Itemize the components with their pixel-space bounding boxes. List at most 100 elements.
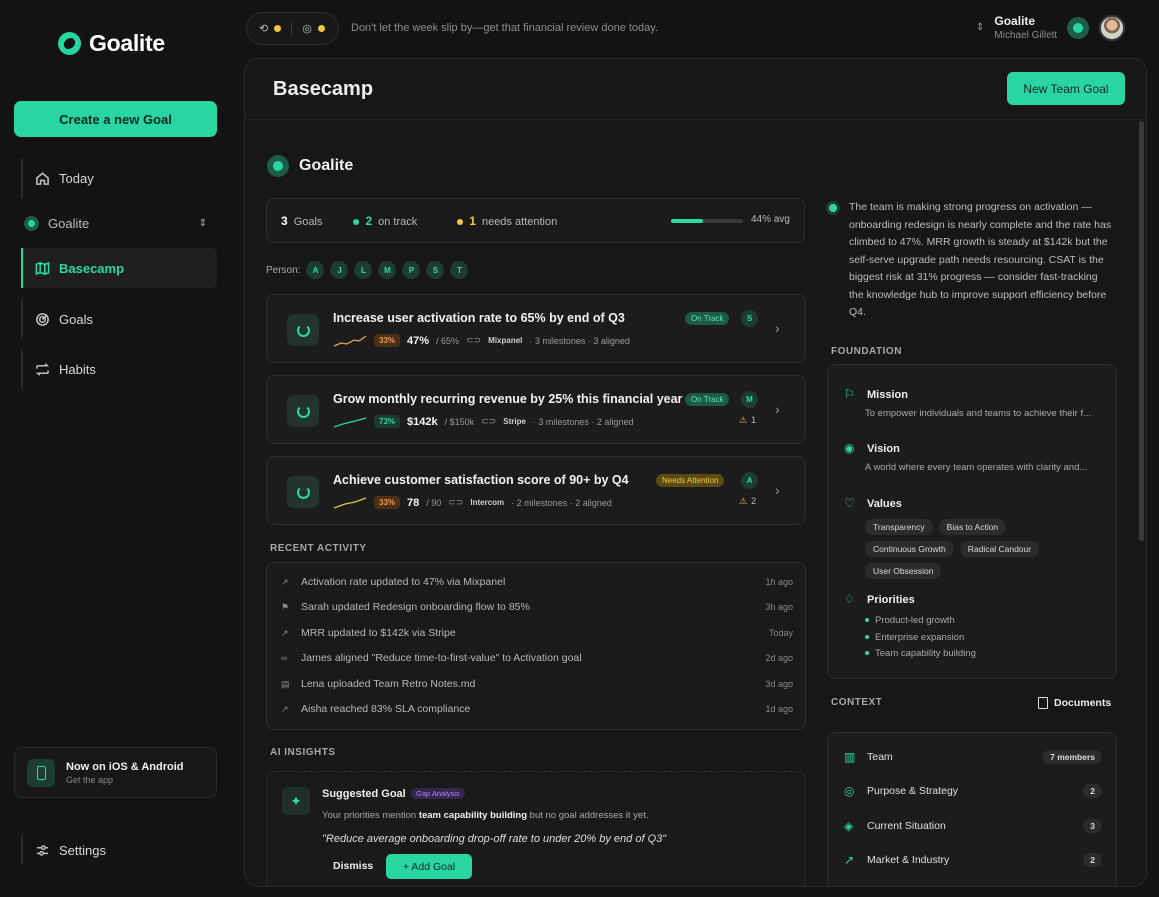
- quick-status-pill[interactable]: ⟲ ◎: [246, 12, 339, 45]
- context-card: ▥ Team 7 members ◎ Purpose & Strategy 2 ◈ Cur…: [827, 732, 1117, 886]
- activity-time: 1h ago: [765, 577, 793, 587]
- repeat-icon: ⟲: [259, 23, 269, 35]
- documents-label: Documents: [1054, 697, 1112, 709]
- value-tag: Continuous Growth: [865, 541, 954, 557]
- value-tag: User Obsession: [865, 563, 942, 579]
- app-download-card[interactable]: Now on iOS & Android Get the app: [14, 747, 217, 798]
- user-name: Michael Gillett: [994, 30, 1058, 41]
- context-label: Market & Industry: [867, 854, 950, 866]
- pill-divider: [291, 21, 293, 36]
- layers-icon: ◈: [844, 819, 854, 833]
- goal-meta: 33% 47% / 65% ⊂⊃ Mixpanel · 3 milestones…: [333, 334, 630, 347]
- goal-stats-bar: 3 Goals 2 on track 1 needs attention 44% av…: [266, 198, 805, 243]
- goal-milestones: · 3 milestones · 2 aligned: [532, 416, 634, 427]
- sparkline: [333, 496, 367, 509]
- context-item-market[interactable]: ↗ Market & Industry 2: [844, 853, 1102, 867]
- file-icon: ▤: [281, 678, 290, 689]
- context-label: Current Situation: [867, 820, 946, 832]
- status-badge: On Track: [685, 312, 730, 325]
- target-icon: [36, 312, 49, 326]
- sidebar-item-habits[interactable]: Habits: [21, 349, 217, 389]
- sidebar-item-label: Today: [59, 170, 94, 186]
- org-logo-icon: [1067, 16, 1090, 39]
- priority-item: Product-led growth: [865, 615, 955, 626]
- sidebar-item-label: Habits: [59, 361, 96, 377]
- goal-card[interactable]: Grow monthly recurring revenue by 25% th…: [266, 375, 806, 444]
- link-icon: ∞: [281, 653, 288, 663]
- person-chip[interactable]: M: [378, 261, 397, 279]
- list-item[interactable]: ↗ MRR updated to $142k via Stripe Today: [281, 627, 793, 639]
- dismiss-button[interactable]: Dismiss: [333, 860, 373, 872]
- context-item-situation[interactable]: ◈ Current Situation 3: [844, 819, 1102, 833]
- status-badge: On Track: [685, 393, 730, 406]
- goal-card[interactable]: Achieve customer satisfaction score of 9…: [266, 456, 806, 525]
- workspace-heading-text: Goalite: [299, 157, 354, 174]
- goal-card[interactable]: Increase user activation rate to 65% by …: [266, 294, 806, 363]
- list-item[interactable]: ∞ James aligned "Reduce time-to-first-val…: [281, 652, 793, 664]
- avatar[interactable]: [1099, 14, 1126, 41]
- activity-text: Activation rate updated to 47% via Mixpa…: [301, 576, 506, 588]
- list-item[interactable]: ↗ Aisha reached 83% SLA compliance 1d ago: [281, 703, 793, 715]
- home-icon: [36, 171, 49, 185]
- sidebar-item-today[interactable]: Today: [21, 158, 217, 198]
- person-chip[interactable]: T: [450, 261, 469, 279]
- person-chip[interactable]: S: [426, 261, 445, 279]
- ai-insight-card: ✦ Suggested Goal Gap Analysis Your prior…: [266, 771, 806, 886]
- goals-status-dot: [317, 25, 325, 32]
- flag-icon: ⚑: [281, 601, 290, 612]
- person-chip[interactable]: L: [354, 261, 373, 279]
- context-item-purpose[interactable]: ◎ Purpose & Strategy 2: [844, 784, 1102, 798]
- insight-tag: Gap Analysis: [411, 788, 465, 799]
- person-chip[interactable]: J: [330, 261, 349, 279]
- person-chip[interactable]: P: [402, 261, 421, 279]
- new-team-goal-button[interactable]: New Team Goal: [1007, 72, 1125, 105]
- vision-row[interactable]: ◉ Vision: [844, 442, 900, 455]
- nudge-message: Don't let the week slip by—get that fina…: [351, 22, 659, 34]
- activity-time: 1d ago: [765, 704, 793, 714]
- sidebar-item-goals[interactable]: Goals: [21, 299, 217, 339]
- phone-icon: [27, 758, 55, 787]
- chevron-right-icon: ›: [775, 401, 780, 417]
- scrollbar[interactable]: [1139, 121, 1144, 541]
- context-item-team[interactable]: ▥ Team 7 members: [844, 750, 1102, 764]
- value-tag: Radical Candour: [959, 541, 1040, 557]
- workspace-logo-icon: [24, 215, 39, 231]
- flag-icon: ⚐: [844, 387, 855, 401]
- value-tag: Transparency: [865, 519, 933, 535]
- goal-target-icon: [287, 476, 319, 508]
- sidebar-item-settings[interactable]: Settings: [21, 835, 217, 865]
- ai-summary: The team is making strong progress on ac…: [829, 199, 1115, 322]
- goal-meta: 73% $142k / $150k ⊂⊃ Stripe · 3 mileston…: [333, 415, 633, 428]
- list-item[interactable]: ▤ Lena uploaded Team Retro Notes.md 3d ago: [281, 678, 793, 690]
- mission-row[interactable]: ⚐ Mission: [844, 388, 908, 401]
- target-value: / 65%: [436, 335, 460, 346]
- workspace-switcher[interactable]: Goalite ⇕: [21, 208, 217, 238]
- user-menu[interactable]: ⇕ Goalite Michael Gillett: [976, 14, 1126, 41]
- list-item[interactable]: ⚑ Sarah updated Redesign onboarding flow …: [281, 601, 793, 613]
- activity-text: Sarah updated Redesign onboarding flow t…: [301, 601, 530, 613]
- current-value: 78: [407, 496, 420, 509]
- page-title: Basecamp: [273, 78, 374, 100]
- map-icon: [35, 261, 50, 275]
- building-icon: ▥: [844, 750, 856, 764]
- progress-badge: 33%: [374, 496, 401, 509]
- brand-logo[interactable]: Goalite: [58, 30, 165, 57]
- insight-body: Your priorities mention team capability …: [322, 810, 649, 821]
- data-source: Stripe: [503, 417, 526, 426]
- context-count: 2: [1083, 853, 1102, 867]
- person-chip[interactable]: A: [306, 261, 325, 279]
- link-icon: ⊂⊃: [466, 335, 482, 345]
- stat-on-track: 2 on track: [353, 214, 417, 228]
- add-goal-button[interactable]: + Add Goal: [386, 854, 472, 879]
- priority-item: Enterprise expansion: [865, 632, 964, 643]
- sparkle-icon: ✦: [282, 787, 310, 815]
- documents-link[interactable]: Documents: [1038, 697, 1111, 709]
- sidebar-item-basecamp[interactable]: Basecamp: [21, 248, 217, 288]
- vision-label: Vision: [867, 442, 900, 455]
- goal-title: Increase user activation rate to 65% by …: [333, 311, 625, 325]
- list-item[interactable]: ↗ Activation rate updated to 47% via Mixp…: [281, 576, 793, 588]
- goal-target-icon: [287, 314, 319, 346]
- foundation-heading: FOUNDATION: [831, 346, 902, 357]
- lightbulb-icon: ♢: [844, 592, 855, 606]
- create-goal-button[interactable]: Create a new Goal: [14, 101, 217, 137]
